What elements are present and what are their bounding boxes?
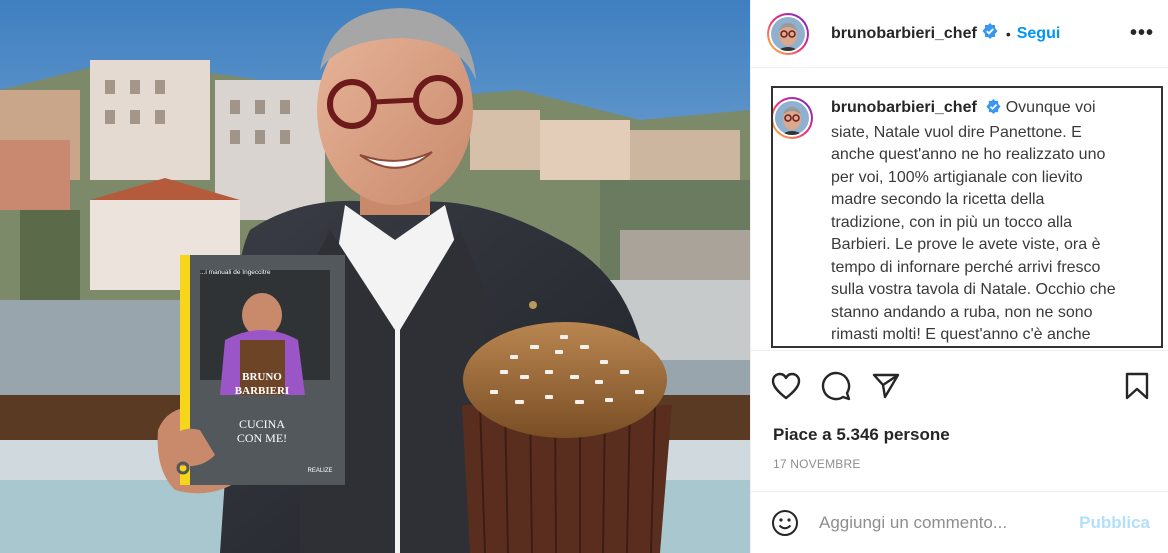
book-title-line2: CON ME!: [237, 431, 287, 445]
bookmark-icon[interactable]: [1124, 371, 1150, 401]
caption-avatar[interactable]: [773, 97, 813, 139]
avatar-image: [771, 16, 805, 51]
post-header: brunobarbieri_chef • Segui •••: [751, 0, 1168, 68]
caption-line-10: rimasti molti! E quest'anno c'è anche: [831, 326, 1091, 343]
comment-input[interactable]: [817, 511, 1061, 534]
caption-line-4: madre secondo la ricetta della: [831, 191, 1045, 208]
emoji-icon[interactable]: [771, 509, 799, 537]
caption-text: brunobarbieri_chef Ovunque voi siate, Na…: [831, 97, 1121, 346]
caption-line-9: stanno andando a ruba, non ne sono: [831, 303, 1093, 321]
post-side-panel: brunobarbieri_chef • Segui ••• brunobarb…: [750, 0, 1168, 553]
more-options-icon[interactable]: •••: [1130, 22, 1154, 45]
verified-badge-icon: [986, 99, 1001, 122]
caption-line: brunobarbieri_chef Ovunque voi: [831, 97, 1121, 122]
post-date[interactable]: 17 NOVEMBRE: [773, 457, 861, 471]
publish-button[interactable]: Pubblica: [1079, 513, 1150, 533]
likes-count[interactable]: Piace a 5.346 persone: [773, 425, 950, 445]
photo-illustration: ...i manuali de Ingeccitre BRUNO BARBIER…: [0, 0, 750, 553]
book-author-line2: BARBIERI: [235, 385, 289, 397]
caption-line-1: siate, Natale vuol dire Panettone. E: [831, 123, 1082, 141]
panettone: [462, 322, 672, 553]
caption-username[interactable]: brunobarbieri_chef: [831, 99, 977, 116]
heart-icon[interactable]: [771, 372, 801, 400]
avatar[interactable]: [767, 12, 809, 55]
caption-line-2: anche quest'anno ne ho realizzato uno: [831, 146, 1106, 163]
caption-line-0: Ovunque voi: [1005, 99, 1096, 116]
caption-line-8: sulla vostra tavola di Natale. Occhio ch…: [831, 281, 1116, 298]
book-title-line1: CUCINA: [239, 417, 285, 431]
share-icon[interactable]: [871, 372, 901, 400]
follow-button[interactable]: Segui: [1017, 25, 1061, 43]
action-bar: Piace a 5.346 persone 17 NOVEMBRE: [751, 350, 1168, 471]
comment-icon[interactable]: [821, 371, 851, 401]
caption-line-3: per voi, 100% artigianale con lievito: [831, 168, 1083, 186]
caption-line-7: tempo di infornare perché arrivi fresco: [831, 258, 1101, 276]
book-publisher: REALIZE: [307, 468, 332, 474]
caption-line-5: tradizione, con in più un tocco alla: [831, 213, 1073, 231]
username-link[interactable]: brunobarbieri_chef: [831, 25, 977, 43]
caption-line-6: Barbieri. Le prove le avete viste, ora è: [831, 236, 1101, 253]
post-photo[interactable]: ...i manuali de Ingeccitre BRUNO BARBIER…: [0, 0, 750, 553]
book-author-line1: BRUNO: [242, 371, 282, 383]
caption-box: brunobarbieri_chef Ovunque voi siate, Na…: [771, 86, 1163, 348]
comment-bar: Pubblica: [751, 491, 1168, 553]
instagram-post: ...i manuali de Ingeccitre BRUNO BARBIER…: [0, 0, 1168, 553]
verified-badge-icon: [982, 23, 998, 44]
caption-avatar-image: [775, 101, 809, 135]
separator-dot: •: [1005, 25, 1011, 42]
book-top-text: ...i manuali de Ingeccitre: [200, 269, 271, 276]
